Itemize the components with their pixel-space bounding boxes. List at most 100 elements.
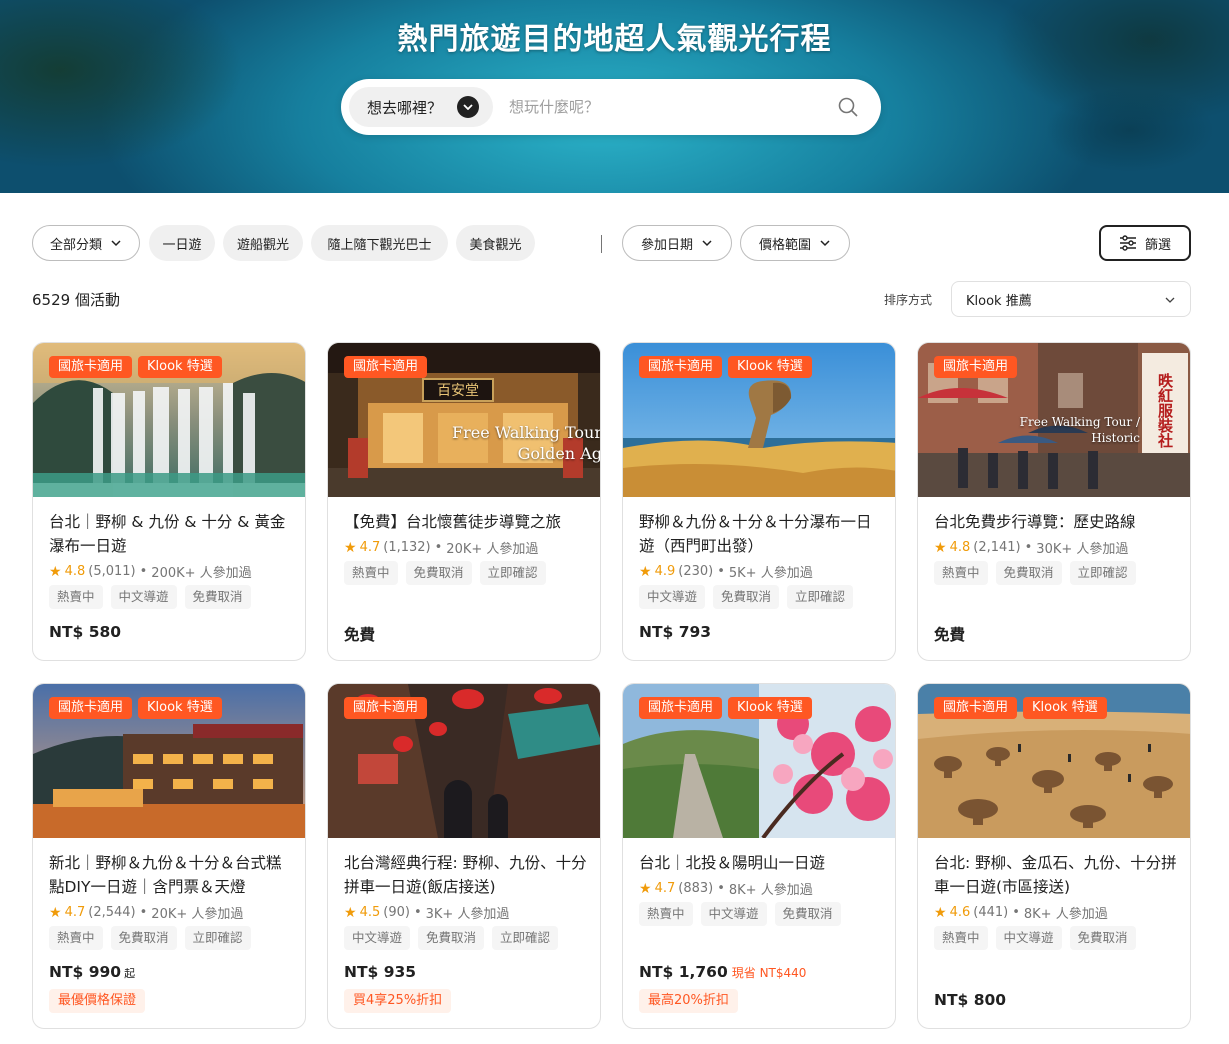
activity-card[interactable]: 國旅卡適用 Klook 特選 新北｜野柳＆九份＆十分＆台式糕點DIY一日遊｜含門…: [32, 683, 306, 1029]
card-tags: 國旅卡適用 Klook 特選: [934, 697, 1107, 719]
star-icon: ★: [49, 904, 62, 921]
activity-card[interactable]: 國旅卡適用 Klook 特選 台北｜北投＆陽明山一日遊 ★ 4.7 (883) …: [622, 683, 896, 1029]
participants: 30K+ 人參加過: [1036, 542, 1129, 557]
star-icon: ★: [344, 904, 357, 921]
card-chips: 熱賣中 免費取消 立即確認: [344, 561, 546, 585]
chip-day-tour[interactable]: 一日遊: [149, 225, 215, 261]
card-price: 免費: [934, 626, 966, 644]
price-value: NT$ 1,760: [639, 963, 728, 981]
filter-divider: [601, 235, 602, 253]
image-caption: Free Walking Tour Golden Ag: [452, 423, 601, 463]
card-meta: ★ 4.7 (1,132) • 20K+ 人參加過: [344, 539, 539, 558]
participants: 8K+ 人參加過: [1023, 907, 1108, 922]
activity-card[interactable]: 國旅卡適用 Klook 特選 台北｜野柳 & 九份 & 十分 & 黃金瀑布一日遊…: [32, 342, 306, 661]
sliders-icon: [1119, 235, 1136, 251]
tag-klook-pick: Klook 特選: [138, 356, 222, 378]
card-image-lantern-alley: 國旅卡適用: [328, 684, 600, 838]
image-caption: Free Walking Tour / Historic: [1019, 415, 1140, 445]
hero-title: 熱門旅遊目的地超人氣觀光行程: [397, 22, 832, 57]
shop-sign: 百安堂: [437, 383, 479, 399]
promo-badge: 買4享25%折扣: [344, 989, 452, 1013]
tag-travel-card: 國旅卡適用: [344, 697, 428, 719]
card-image-yehliu-rocks: 國旅卡適用 Klook 特選: [918, 684, 1190, 838]
card-chips: 熱賣中 中文導遊 免費取消: [934, 926, 1136, 950]
promo-badge: 最優價格保證: [49, 989, 146, 1013]
search-input[interactable]: [509, 89, 819, 125]
category-filter-label: 全部分類: [49, 237, 102, 253]
hero-banner: 熱門旅遊目的地超人氣觀光行程 想去哪裡？: [0, 0, 1229, 193]
date-filter[interactable]: 參加日期: [622, 225, 732, 261]
card-image-historic-street: 昳紅服裝社 Free Walking Tour / Historic 國旅卡適用: [918, 343, 1190, 497]
card-meta: ★ 4.8 (5,011) • 200K+ 人參加過: [49, 563, 252, 582]
rating: 4.5: [359, 905, 381, 920]
card-title[interactable]: 台北: 野柳、金瓜石、九份、十分拼車一日遊(市區接送): [934, 851, 1180, 899]
activity-card[interactable]: 國旅卡適用 Klook 特選 台北: 野柳、金瓜石、九份、十分拼車一日遊(市區接…: [917, 683, 1191, 1029]
card-title[interactable]: 台北免費步行導覽：歷史路線: [934, 510, 1180, 534]
activity-card[interactable]: 國旅卡適用 北台灣經典行程: 野柳、九份、十分拼車一日遊(飯店接送) ★ 4.5…: [327, 683, 601, 1029]
chip: 免費取消: [405, 561, 472, 585]
tag-travel-card: 國旅卡適用: [934, 697, 1018, 719]
chip-food-tour[interactable]: 美食觀光: [456, 225, 535, 261]
card-meta: ★ 4.8 (2,141) • 30K+ 人參加過: [934, 539, 1129, 558]
sort-label: 排序方式: [884, 293, 933, 307]
category-filter[interactable]: 全部分類: [32, 225, 140, 261]
rating: 4.7: [64, 905, 86, 920]
card-tags: 國旅卡適用 Klook 特選: [639, 356, 812, 378]
star-icon: ★: [934, 904, 947, 921]
tag-travel-card: 國旅卡適用: [49, 697, 133, 719]
rating: 4.6: [949, 905, 971, 920]
chip: 免費取消: [774, 902, 841, 926]
card-price: NT$ 800: [934, 991, 1007, 1009]
card-meta: ★ 4.5 (90) • 3K+ 人參加過: [344, 904, 510, 923]
price-filter[interactable]: 價格範圍: [740, 225, 850, 261]
card-chips: 中文導遊 免費取消 立即確認: [344, 926, 559, 950]
chip: 熱賣中: [49, 585, 103, 609]
activity-card[interactable]: 百安堂 Free Walking Tour Golden Ag 國旅卡適用 【免費…: [327, 342, 601, 661]
card-meta: ★ 4.9 (230) • 5K+ 人參加過: [639, 563, 813, 582]
card-image-yangmingshan: 國旅卡適用 Klook 特選: [623, 684, 895, 838]
review-count: (230): [678, 564, 714, 579]
participants: 200K+ 人參加過: [151, 566, 252, 581]
tag-travel-card: 國旅卡適用: [639, 697, 723, 719]
chip: 熱賣中: [344, 561, 398, 585]
chip: 中文導遊: [110, 585, 177, 609]
card-price: NT$ 793: [639, 623, 712, 641]
card-price: NT$ 580: [49, 623, 122, 641]
card-meta: ★ 4.6 (441) • 8K+ 人參加過: [934, 904, 1108, 923]
search-icon[interactable]: [837, 96, 859, 118]
card-tags: 國旅卡適用: [344, 356, 428, 378]
card-title[interactable]: 北台灣經典行程: 野柳、九份、十分拼車一日遊(飯店接送): [344, 851, 590, 899]
card-title[interactable]: 【免費】台北懷舊徒步導覽之旅: [344, 510, 590, 534]
tag-travel-card: 國旅卡適用: [934, 356, 1018, 378]
price-filter-label: 價格範圍: [758, 237, 811, 253]
chip-hop-on-bus[interactable]: 隨上隨下觀光巴士: [311, 225, 448, 261]
star-icon: ★: [934, 539, 947, 556]
star-icon: ★: [639, 880, 652, 897]
chip: 免費取消: [995, 561, 1062, 585]
rating: 4.8: [949, 540, 971, 555]
review-count: (5,011): [88, 564, 136, 579]
destination-select[interactable]: 想去哪裡？: [349, 87, 493, 127]
filter-button[interactable]: 篩選: [1099, 225, 1191, 261]
chip: 中文導遊: [639, 585, 706, 609]
shop-sign-vertical: 昳紅服裝社: [1156, 372, 1174, 449]
chevron-down-icon: [457, 96, 479, 118]
card-title[interactable]: 野柳＆九份＆十分＆十分瀑布一日遊（西門町出發）: [639, 510, 885, 558]
activity-card[interactable]: 國旅卡適用 Klook 特選 野柳＆九份＆十分＆十分瀑布一日遊（西門町出發） ★…: [622, 342, 896, 661]
activity-card[interactable]: 昳紅服裝社 Free Walking Tour / Historic 國旅卡適用 …: [917, 342, 1191, 661]
review-count: (90): [383, 905, 410, 920]
review-count: (2,141): [973, 540, 1021, 555]
card-title[interactable]: 新北｜野柳＆九份＆十分＆台式糕點DIY一日遊｜含門票＆天燈: [49, 851, 295, 899]
rating: 4.7: [359, 540, 381, 555]
card-title[interactable]: 台北｜野柳 & 九份 & 十分 & 黃金瀑布一日遊: [49, 510, 295, 558]
card-title[interactable]: 台北｜北投＆陽明山一日遊: [639, 851, 885, 875]
chip: 免費取消: [713, 585, 780, 609]
review-count: (1,132): [383, 540, 431, 555]
chip: 免費取消: [1069, 926, 1136, 950]
chip-cruise[interactable]: 遊船觀光: [223, 225, 303, 261]
chevron-down-icon: [111, 240, 121, 247]
chip: 立即確認: [479, 561, 546, 585]
rating: 4.8: [64, 564, 86, 579]
destination-label: 想去哪裡？: [367, 98, 443, 117]
sort-select[interactable]: Klook 推薦: [951, 281, 1191, 317]
